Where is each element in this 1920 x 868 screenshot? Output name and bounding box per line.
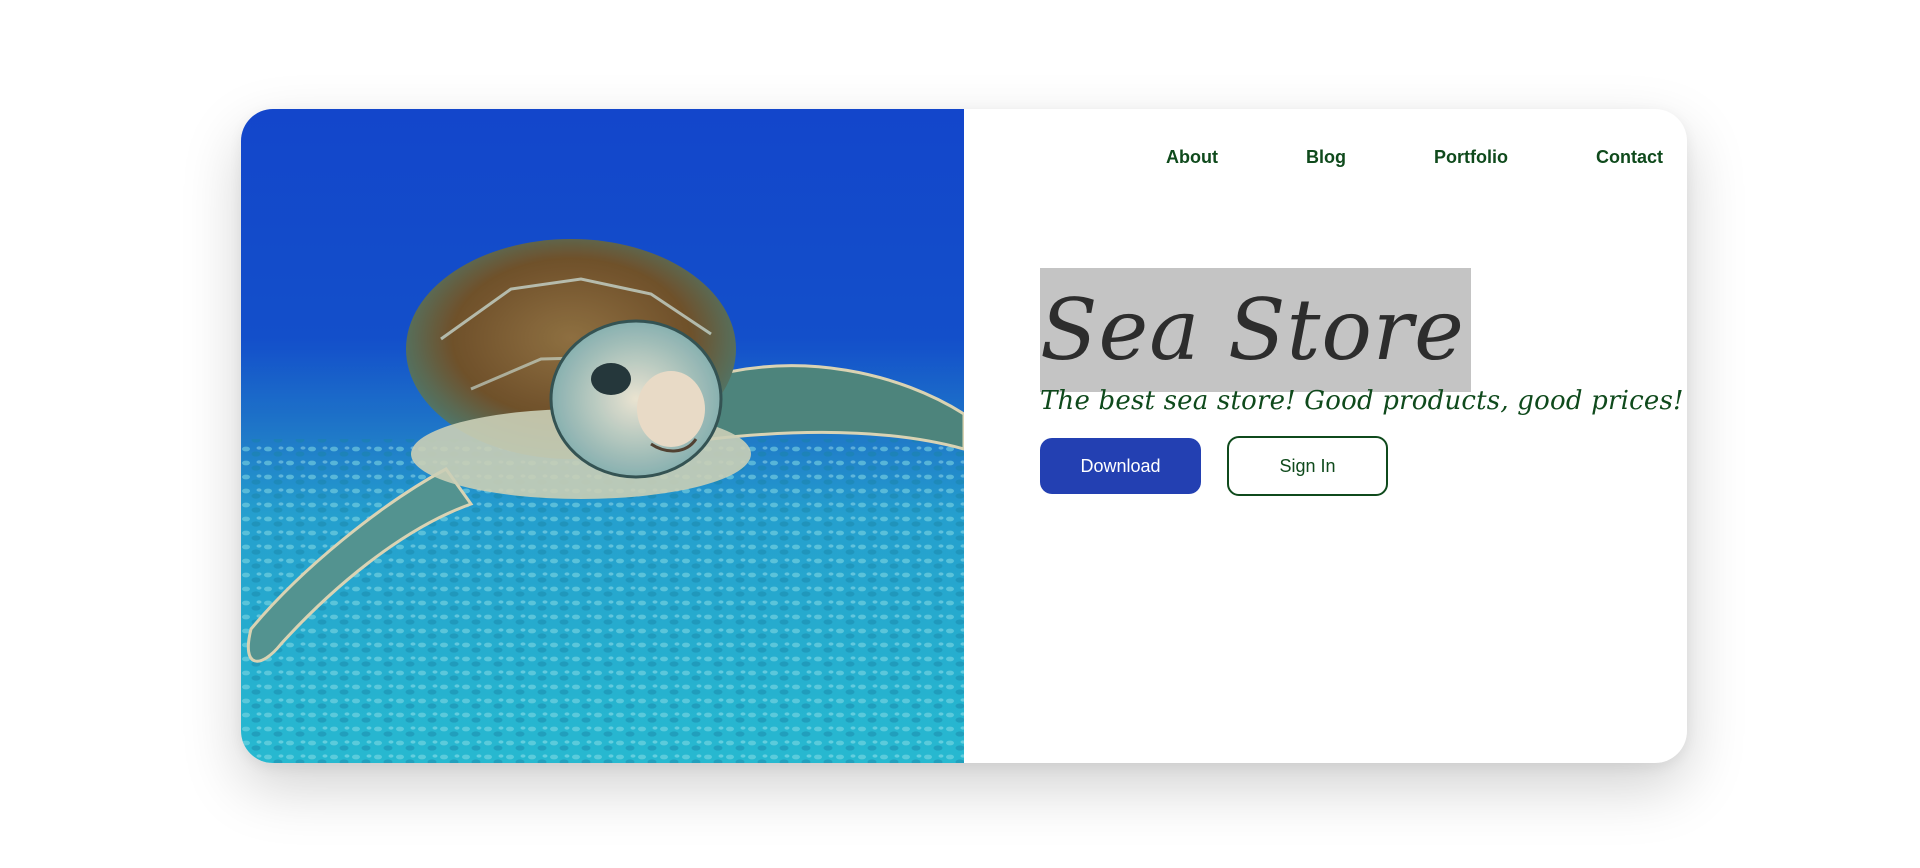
- hero-subtitle: The best sea store! Good products, good …: [1040, 386, 1684, 416]
- download-button[interactable]: Download: [1040, 438, 1201, 494]
- sign-in-button[interactable]: Sign In: [1227, 436, 1388, 496]
- landing-card: About Blog Portfolio Contact Sea Store T…: [241, 109, 1687, 763]
- hero-section: Sea Store The best sea store! Good produ…: [1040, 268, 1684, 496]
- sea-turtle-photo: [241, 109, 964, 763]
- nav-link-contact[interactable]: Contact: [1596, 147, 1663, 168]
- content-panel: About Blog Portfolio Contact Sea Store T…: [964, 109, 1687, 763]
- nav-link-blog[interactable]: Blog: [1306, 147, 1346, 168]
- top-navigation: About Blog Portfolio Contact: [1166, 147, 1663, 168]
- nav-link-about[interactable]: About: [1166, 147, 1218, 168]
- nav-link-portfolio[interactable]: Portfolio: [1434, 147, 1508, 168]
- hero-title: Sea Store: [1040, 268, 1471, 392]
- hero-actions: Download Sign In: [1040, 436, 1684, 496]
